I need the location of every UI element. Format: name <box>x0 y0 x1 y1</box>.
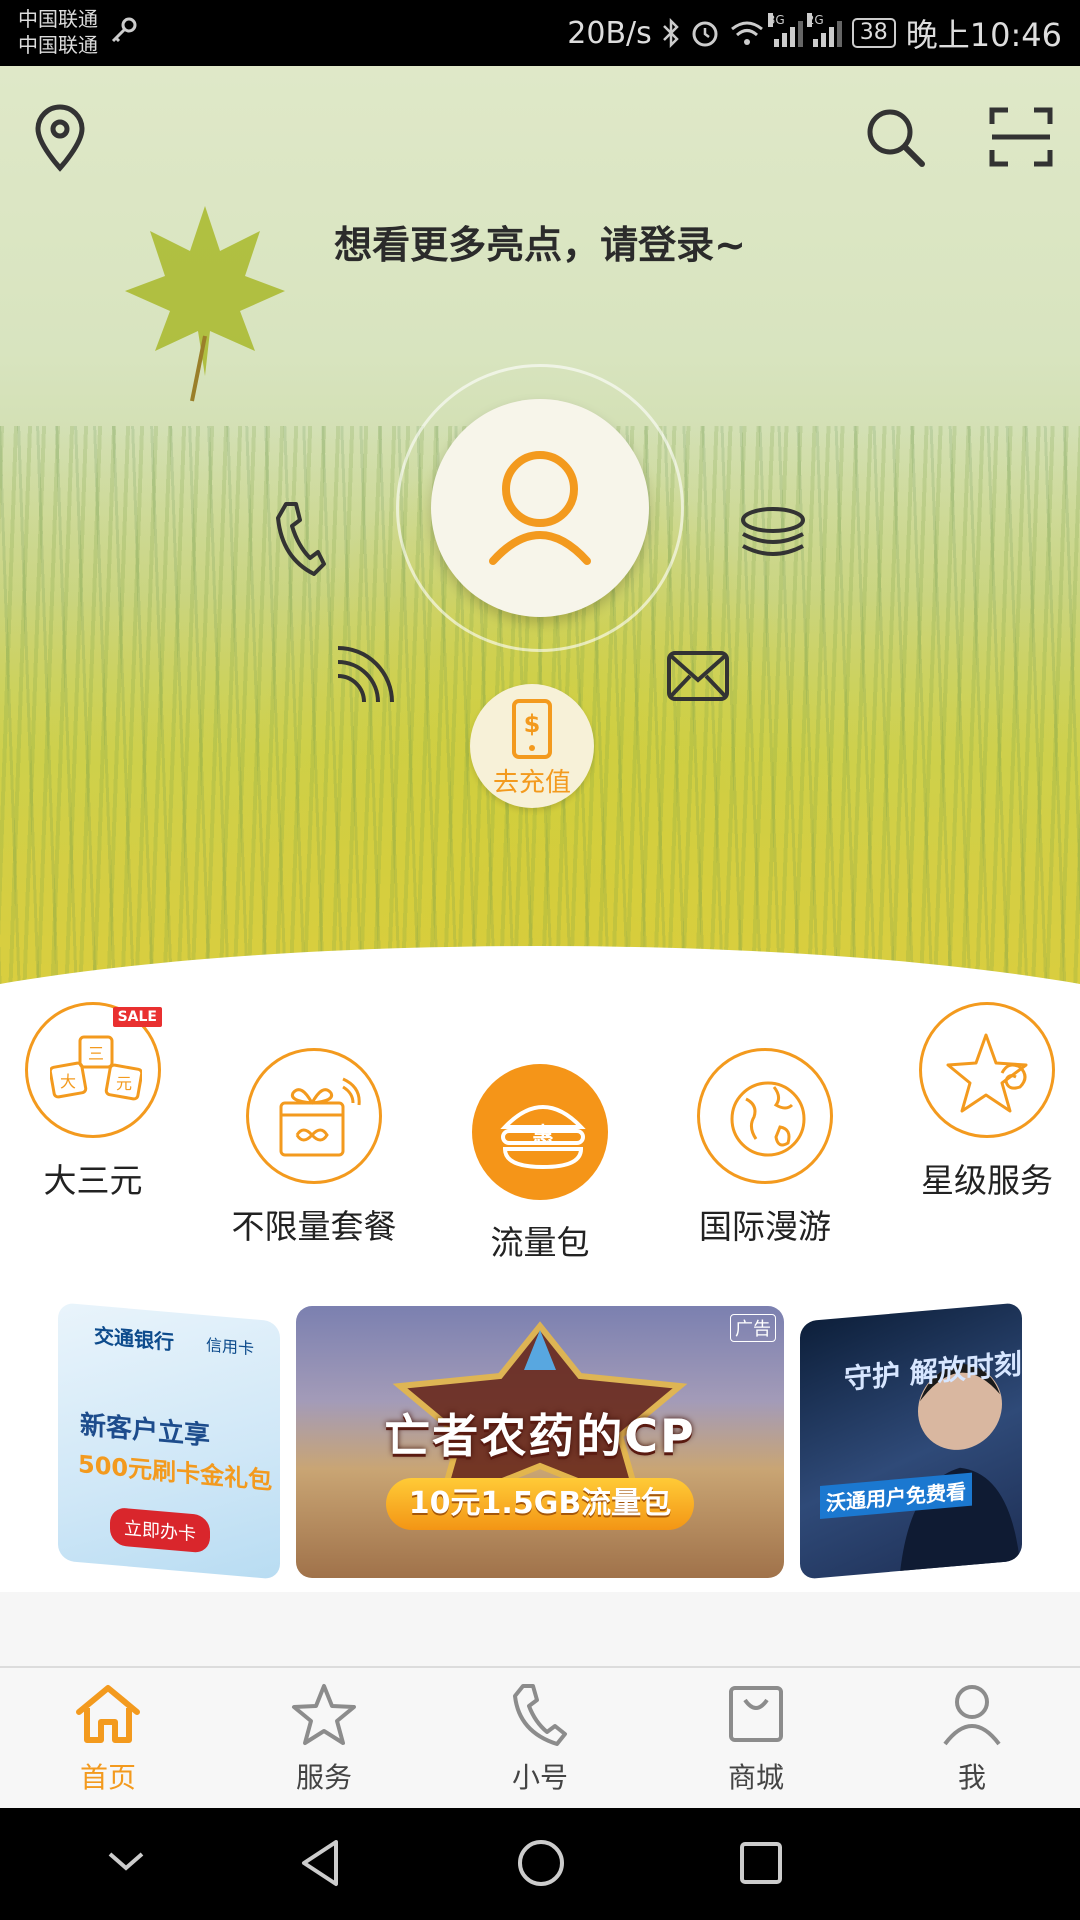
search-button[interactable] <box>862 104 928 170</box>
tab-sub-number-label: 小号 <box>511 1761 568 1794</box>
shortcut-label: 大三元 <box>43 1161 143 1200</box>
bank-cta-button[interactable]: 立即办卡 <box>110 1506 210 1554</box>
shortcut-dasanyuan[interactable]: 三 大 元 SALE 大三元 <box>22 1002 164 1202</box>
gift-infinity-icon <box>279 1077 361 1157</box>
back-triangle-icon[interactable] <box>298 1838 342 1888</box>
shortcut-unlimited-plan[interactable]: 不限量套餐 <box>214 1048 414 1248</box>
shortcut-unlimited-circle <box>246 1048 382 1184</box>
svg-text:惠: 惠 <box>532 1124 554 1149</box>
location-button[interactable] <box>30 104 90 174</box>
shortcut-label: 流量包 <box>490 1223 590 1262</box>
phone-icon <box>513 1684 567 1746</box>
banner-subtitle: 10元1.5GB流量包 <box>386 1478 694 1530</box>
coins-icon <box>741 507 805 556</box>
dice-icon: 三 大 元 <box>50 1035 142 1101</box>
signal-2-tag: 2G <box>806 13 824 27</box>
shortcut-roaming[interactable]: 国际漫游 <box>680 1048 850 1248</box>
phone-dollar-icon: $ <box>512 699 552 759</box>
scan-button[interactable] <box>988 104 1054 170</box>
collapse-chevron-icon[interactable] <box>106 1846 146 1876</box>
carrier-1: 中国联通 <box>18 7 98 31</box>
user-icon <box>489 451 591 565</box>
tab-sub-number[interactable]: 小号 <box>470 1682 610 1796</box>
recharge-button[interactable]: $ 去充值 <box>470 684 594 808</box>
hero-banner: 想看更多亮点，请登录~ $ 去充值 <box>0 66 1080 1026</box>
wifi-icon <box>730 21 763 45</box>
system-navigation-bar <box>0 1808 1080 1920</box>
phone-call-icon <box>276 502 326 576</box>
carrier-labels: 中国联通 中国联通 <box>18 6 98 58</box>
tab-home[interactable]: 首页 <box>38 1682 178 1796</box>
carrier-2: 中国联通 <box>18 33 98 57</box>
sale-badge: SALE <box>112 1007 162 1027</box>
shortcut-star-service[interactable]: 星级服务 <box>908 1002 1066 1202</box>
home-icon <box>76 1685 140 1743</box>
shortcut-roaming-circle <box>697 1048 833 1184</box>
bottom-navigation: 首页 服务 小号 商城 我 <box>0 1666 1080 1810</box>
key-icon <box>111 17 137 43</box>
shortcut-data-pack-circle: 惠 <box>472 1064 608 1200</box>
tab-home-label: 首页 <box>79 1761 136 1794</box>
shortcut-star-circle <box>919 1002 1055 1138</box>
status-icons: 20B/s 3G 2G 38 晚上10:46 <box>567 10 1062 56</box>
bank-tag: 信用卡 <box>206 1335 255 1359</box>
signal-1-icon: 3G <box>767 13 803 47</box>
tab-mall-label: 商城 <box>727 1761 784 1794</box>
ad-tag: 广告 <box>730 1314 776 1342</box>
tab-service-label: 服务 <box>295 1761 352 1794</box>
recents-square-icon[interactable] <box>738 1840 784 1886</box>
shortcut-data-pack[interactable]: 惠 流量包 <box>466 1064 614 1264</box>
banner-title: 亡者农药的CP <box>384 1409 696 1463</box>
login-avatar-button[interactable] <box>431 399 649 617</box>
banner-data-pack-ad[interactable]: 广告 亡者农药的CP 10元1.5GB流量包 <box>296 1306 784 1578</box>
battery-indicator: 38 <box>851 18 896 48</box>
data-signal-icon <box>337 646 394 703</box>
message-icon <box>667 651 729 701</box>
location-pin-icon <box>35 104 85 172</box>
clock: 晚上10:46 <box>905 16 1062 54</box>
scan-icon <box>989 107 1053 167</box>
net-speed: 20B/s <box>567 15 652 51</box>
banner-bank-card[interactable]: 交通银行 信用卡 新客户立享 500元刷卡金礼包 立即办卡 <box>58 1302 280 1580</box>
tab-me-label: 我 <box>957 1761 986 1794</box>
login-prompt[interactable]: 想看更多亮点，请登录~ <box>0 214 1080 269</box>
alarm-icon <box>692 21 718 47</box>
shortcut-label: 不限量套餐 <box>231 1207 397 1246</box>
svg-text:大: 大 <box>60 1072 76 1091</box>
banner-tv-show[interactable]: 守护 解放时刻 沃通用户免费看 <box>800 1302 1022 1580</box>
status-bar: 中国联通 中国联通 20B/s 3G 2G 38 晚上10:46 <box>0 0 1080 66</box>
star-icon <box>946 1033 1028 1113</box>
user-outline-icon <box>943 1685 1001 1746</box>
tab-mall[interactable]: 商城 <box>686 1682 826 1796</box>
hui-burger-icon: 惠 <box>500 1105 586 1170</box>
shortcut-dasanyuan-circle: 三 大 元 SALE <box>25 1002 162 1138</box>
recharge-label: 去充值 <box>492 768 571 798</box>
tab-me[interactable]: 我 <box>902 1682 1042 1796</box>
search-icon <box>867 109 925 167</box>
bank-name: 交通银行 <box>94 1323 174 1355</box>
bluetooth-icon <box>662 18 679 48</box>
svg-text:三: 三 <box>88 1044 104 1063</box>
signal-1-tag: 3G <box>767 13 785 27</box>
shortcut-label: 星级服务 <box>921 1161 1053 1200</box>
svg-text:$: $ <box>524 710 541 738</box>
star-outline-icon <box>292 1684 356 1745</box>
bank-promo-line2: 500元刷卡金礼包 <box>78 1450 273 1496</box>
shortcut-label: 国际漫游 <box>699 1207 831 1246</box>
tab-service[interactable]: 服务 <box>254 1682 394 1796</box>
shopping-bag-icon <box>729 1686 783 1742</box>
globe-icon <box>730 1081 806 1157</box>
banner-carousel: 交通银行 信用卡 新客户立享 500元刷卡金礼包 立即办卡 广告 亡者农药的CP… <box>0 1272 1080 1592</box>
signal-2-icon: 2G <box>806 13 842 47</box>
svg-text:元: 元 <box>116 1074 132 1093</box>
home-circle-icon[interactable] <box>516 1838 566 1888</box>
